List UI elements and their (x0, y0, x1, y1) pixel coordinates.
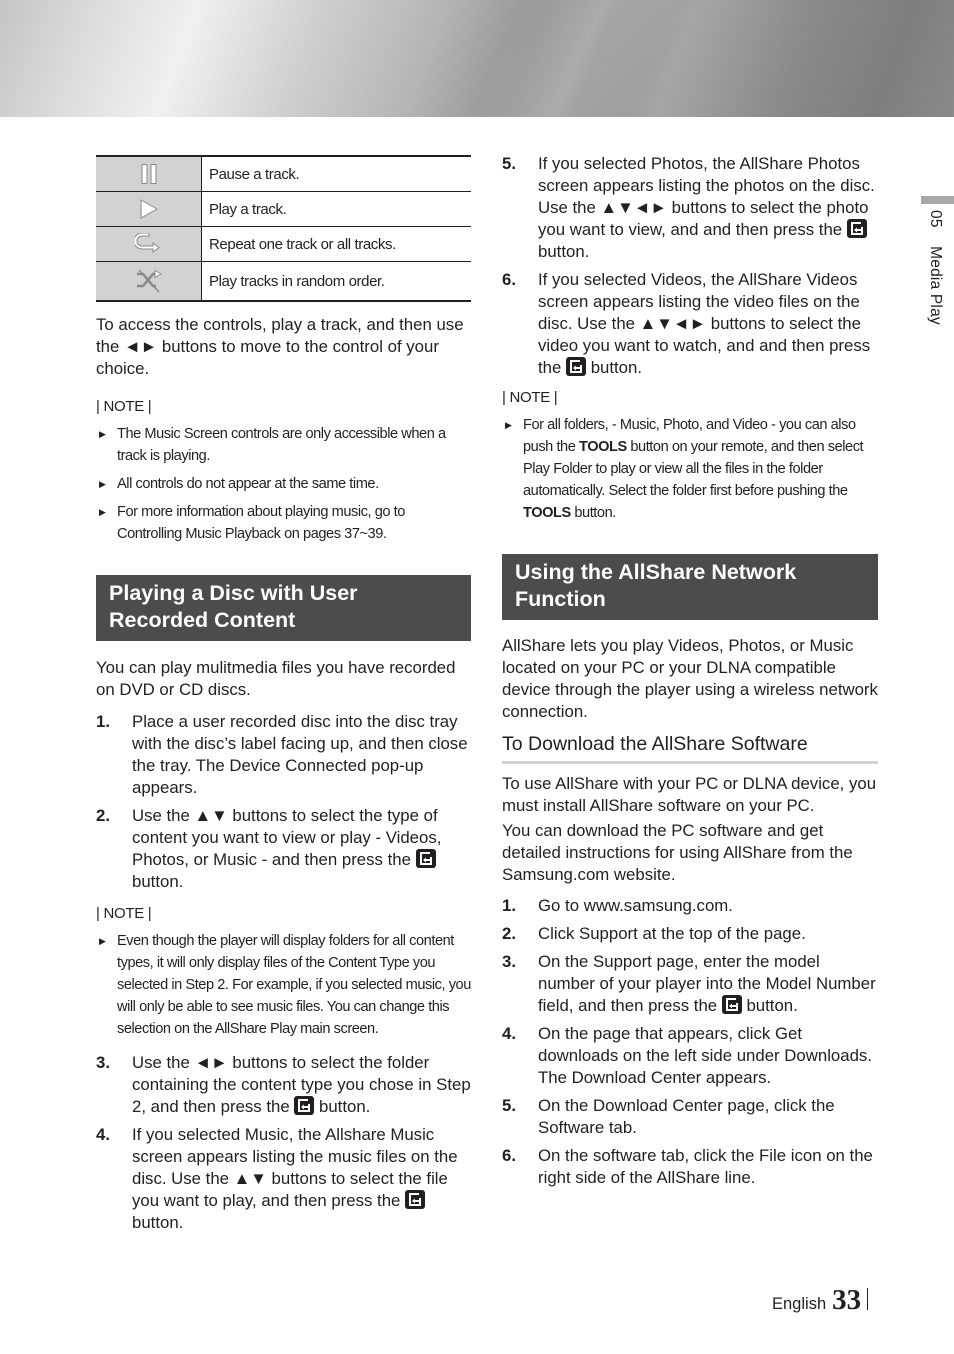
step-item: 2. Use the ▲▼ buttons to select the type… (96, 806, 442, 891)
note-item: ▶ For all folders, - Music, Photo, and Vi… (502, 414, 878, 524)
enter-button-icon (846, 219, 867, 238)
control-description: Play tracks in random order. (209, 272, 385, 290)
bullet-icon: ▶ (99, 429, 106, 439)
step-number: 1. (502, 896, 516, 915)
tools-button-label: TOOLS (579, 439, 627, 455)
page-number: 33 (832, 1284, 862, 1316)
step-item: 5. On the Download Center page, click th… (502, 1096, 835, 1137)
note-item: ▶ All controls do not appear at the same … (96, 473, 471, 495)
table-row: Play tracks in random order. (96, 261, 471, 301)
step-item: 1. Go to www.samsung.com. (502, 896, 733, 915)
note-item: ▶ Even though the player will display fol… (96, 930, 471, 1040)
step-number: 1. (96, 712, 110, 731)
step-number: 4. (502, 1024, 516, 1043)
note-list: ▶ The Music Screen controls are only acce… (96, 423, 471, 545)
table-row: Repeat one track or all tracks. (96, 226, 471, 262)
note-item: ▶ For more information about playing musi… (96, 501, 471, 545)
step-number: 4. (96, 1125, 110, 1144)
footer-language: English (772, 1295, 827, 1313)
control-description: Repeat one track or all tracks. (201, 226, 471, 262)
music-controls-table: Pause a track. Play a track. Repeat one … (96, 155, 471, 302)
enter-button-icon (566, 357, 587, 376)
steps-list: 3. Use the ◄► buttons to select the fold… (96, 1052, 471, 1234)
footer-divider (867, 1288, 869, 1310)
note-label: | NOTE | (96, 905, 152, 922)
step-number: 6. (502, 1146, 516, 1165)
step-item: 5. If you selected Photos, the AllShare … (502, 154, 875, 261)
repeat-icon (134, 233, 160, 253)
step-item: 6. If you selected Videos, the AllShare … (502, 270, 871, 377)
section-intro: You can play mulitmedia files you have r… (96, 658, 456, 699)
step-number: 3. (502, 952, 516, 971)
chapter-title: Media Play (927, 246, 944, 325)
table-row: Play a track. (96, 191, 471, 227)
step-item: 4. On the page that appears, click Get d… (502, 1024, 872, 1087)
bullet-icon: ▶ (99, 479, 106, 489)
table-row: Pause a track. (96, 156, 471, 192)
step-item: 2. Click Support at the top of the page. (502, 924, 806, 943)
subsection-paragraph: To use AllShare with your PC or DLNA dev… (502, 774, 877, 815)
right-column: 5. If you selected Photos, the AllShare … (502, 153, 878, 1195)
step-number: 2. (96, 806, 110, 825)
note-item: ▶ The Music Screen controls are only acce… (96, 423, 471, 467)
step-number: 5. (502, 154, 516, 173)
step-number: 5. (502, 1096, 516, 1115)
subsection-paragraph: You can download the PC software and get… (502, 821, 853, 884)
controls-intro: To access the controls, play a track, an… (96, 315, 464, 378)
step-number: 2. (502, 924, 516, 943)
section-heading: Playing a Disc with User Recorded Conten… (96, 575, 471, 641)
note-list: ▶ Even though the player will display fol… (96, 930, 471, 1040)
step-item: 3. Use the ◄► buttons to select the fold… (96, 1053, 471, 1116)
play-icon (140, 199, 158, 219)
control-description: Pause a track. (201, 156, 471, 192)
enter-button-icon (294, 1096, 315, 1115)
bullet-icon: ▶ (99, 507, 106, 517)
subsection-heading: To Download the AllShare Software (502, 733, 878, 764)
section-heading: Using the AllShare Network Function (502, 554, 878, 620)
step-number: 6. (502, 270, 516, 289)
chapter-tab-marker (921, 196, 954, 204)
header-banner (0, 0, 954, 117)
control-description: Play a track. (201, 191, 471, 227)
enter-button-icon (415, 849, 436, 868)
tools-button-label: TOOLS (523, 505, 571, 521)
download-steps-list: 1. Go to www.samsung.com. 2. Click Suppo… (502, 895, 878, 1189)
page-footer: English 33 (772, 1284, 869, 1316)
step-item: 1. Place a user recorded disc into the d… (96, 712, 468, 797)
section-intro: AllShare lets you play Videos, Photos, o… (502, 636, 878, 721)
bullet-icon: ▶ (99, 936, 106, 946)
note-label: | NOTE | (96, 398, 152, 415)
enter-button-icon (721, 995, 742, 1014)
step-item: 6. On the software tab, click the File i… (502, 1146, 873, 1187)
chapter-label: 05 Media Play (926, 210, 944, 325)
note-list: ▶ For all folders, - Music, Photo, and Vi… (502, 414, 878, 524)
step-number: 3. (96, 1053, 110, 1072)
enter-button-icon (405, 1190, 426, 1209)
chapter-number: 05 (927, 210, 944, 228)
steps-list: 5. If you selected Photos, the AllShare … (502, 153, 878, 379)
note-label: | NOTE | (502, 389, 558, 406)
steps-list: 1. Place a user recorded disc into the d… (96, 711, 471, 893)
step-item: 3. On the Support page, enter the model … (502, 952, 876, 1015)
step-item: 4. If you selected Music, the Allshare M… (96, 1125, 458, 1232)
bullet-icon: ▶ (505, 420, 512, 430)
left-column: Pause a track. Play a track. Repeat one … (96, 155, 471, 1240)
pause-icon (141, 164, 156, 184)
shuffle-icon (136, 269, 162, 293)
